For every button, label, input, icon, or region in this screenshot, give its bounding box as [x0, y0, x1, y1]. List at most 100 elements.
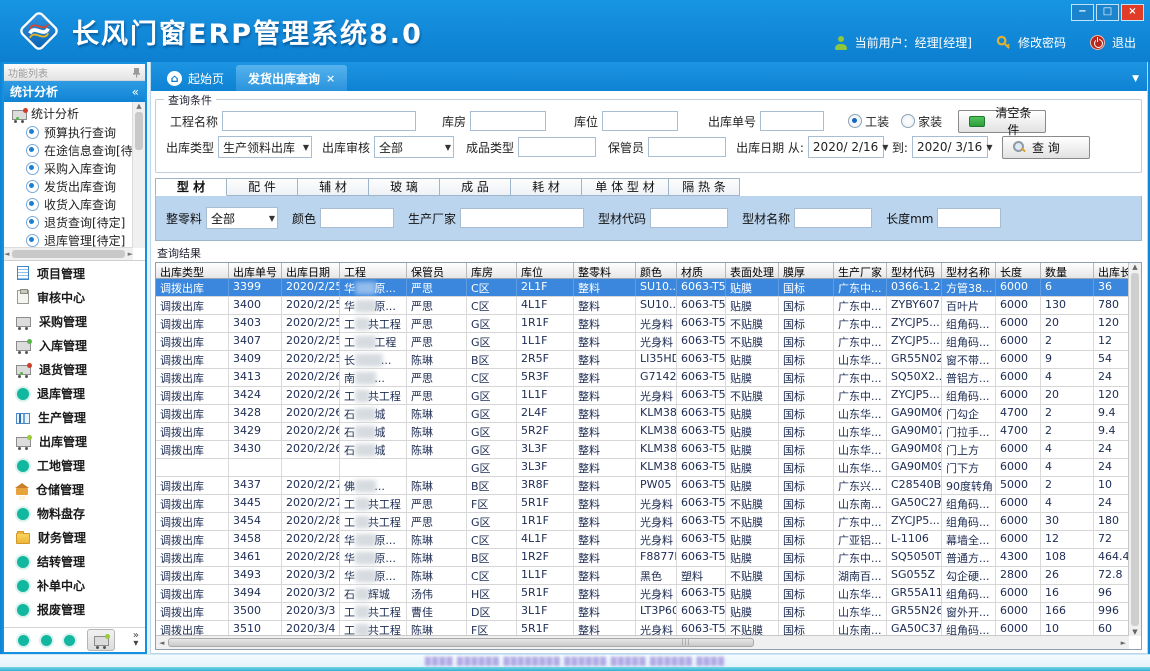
- material-tab-3[interactable]: 辅 材: [298, 178, 369, 196]
- sidebar-item-财务管理[interactable]: 财务管理: [4, 525, 145, 549]
- date-from-select[interactable]: 2020/ 2/16▼: [808, 136, 884, 158]
- material-tab-5[interactable]: 成 品: [440, 178, 511, 196]
- radio-industrial[interactable]: 工装: [848, 113, 889, 130]
- tree-item[interactable]: 退货查询[待定]: [4, 213, 133, 231]
- whole-part-select[interactable]: 全部▼: [206, 207, 278, 229]
- sidebar-item-入库管理[interactable]: 入库管理: [4, 333, 145, 357]
- factory-input[interactable]: [460, 208, 584, 228]
- tree-item[interactable]: 收货入库查询: [4, 195, 133, 213]
- sidebar-item-补单中心[interactable]: 补单中心: [4, 573, 145, 597]
- sidebar-group-header[interactable]: 统计分析 «: [4, 81, 145, 102]
- column-header[interactable]: 整零料: [574, 263, 636, 278]
- table-row[interactable]: 调拨出库34372020/2/27佛▒▒▒...陈琳B区3R8F整料PW0560…: [156, 477, 1129, 495]
- table-row[interactable]: 调拨出库34302020/2/26石▒▒▒城陈琳G区3L3F整料KLM38176…: [156, 441, 1129, 459]
- column-header[interactable]: 材质: [677, 263, 726, 278]
- column-header[interactable]: 膜厚: [779, 263, 834, 278]
- table-row[interactable]: 调拨出库34132020/2/26南▒▒▒...严思C区5R3F整料G71422…: [156, 369, 1129, 387]
- keeper-input[interactable]: [648, 137, 726, 157]
- close-button[interactable]: ×: [1121, 4, 1144, 21]
- material-tab-4[interactable]: 玻 璃: [369, 178, 440, 196]
- tree-root[interactable]: 统计分析: [4, 104, 133, 123]
- sidebar-item-工地管理[interactable]: 工地管理: [4, 453, 145, 477]
- sidebar-item-退货管理[interactable]: 退货管理: [4, 357, 145, 381]
- column-header[interactable]: 出库单号: [229, 263, 282, 278]
- audit-select[interactable]: 全部▼: [374, 136, 454, 158]
- material-tab-2[interactable]: 配 件: [227, 178, 298, 196]
- column-header[interactable]: 库房: [467, 263, 517, 278]
- profile-code-input[interactable]: [650, 208, 728, 228]
- circle-icon[interactable]: [64, 635, 75, 646]
- sidebar-item-生产管理[interactable]: 生产管理: [4, 405, 145, 429]
- table-row[interactable]: 调拨出库34072020/2/25工▒▒▒工程严思G区1L1F整料光身料6063…: [156, 333, 1129, 351]
- table-row[interactable]: 调拨出库35002020/3/3工▒▒共工程曹佳D区3L1F整料LT3P6060…: [156, 603, 1129, 621]
- collapse-icon[interactable]: «: [132, 85, 139, 99]
- length-input[interactable]: [937, 208, 1001, 228]
- grid-vertical-scrollbar[interactable]: ▲▼: [1128, 263, 1141, 636]
- table-row[interactable]: 调拨出库33992020/2/25华▒▒▒原...严思C区2L1F整料SU10.…: [156, 279, 1129, 297]
- sidebar-item-采购管理[interactable]: 采购管理: [4, 309, 145, 333]
- table-row[interactable]: 调拨出库34452020/2/27工▒▒共工程严思F区5R1F整料光身料6063…: [156, 495, 1129, 513]
- column-header[interactable]: 生产厂家: [834, 263, 887, 278]
- location-input[interactable]: [602, 111, 678, 131]
- color-input[interactable]: [320, 208, 394, 228]
- material-tab-7[interactable]: 单 体 型 材: [582, 178, 669, 196]
- tree-item[interactable]: 在途信息查询[待: [4, 141, 133, 159]
- radio-home[interactable]: 家装: [901, 113, 942, 130]
- column-header[interactable]: 数量: [1041, 263, 1094, 278]
- profile-name-input[interactable]: [794, 208, 872, 228]
- table-row[interactable]: 调拨出库34942020/3/2石▒▒辉城汤伟H区5R1F整料光身料6063-T…: [156, 585, 1129, 603]
- tab-shipment-query[interactable]: 发货出库查询 ×: [236, 65, 347, 91]
- column-header[interactable]: 表面处理: [726, 263, 779, 278]
- tab-home[interactable]: ⌂ 起始页: [155, 65, 236, 91]
- circle-icon[interactable]: [41, 635, 52, 646]
- warehouse-input[interactable]: [470, 111, 546, 131]
- product-type-input[interactable]: [518, 137, 596, 157]
- table-row[interactable]: 调拨出库34612020/2/28华▒▒▒原...陈琳B区1R2F整料F8877…: [156, 549, 1129, 567]
- table-row[interactable]: 调拨出库35102020/3/4工▒▒共工程陈琳F区5R1F整料光身料6063-…: [156, 621, 1129, 635]
- out-type-select[interactable]: 生产领料出库▼: [218, 136, 312, 158]
- sidebar-item-项目管理[interactable]: 项目管理: [4, 261, 145, 285]
- sidebar-item-出库管理[interactable]: 出库管理: [4, 429, 145, 453]
- column-header[interactable]: 库位: [517, 263, 574, 278]
- tree-item[interactable]: 预算执行查询: [4, 123, 133, 141]
- column-header[interactable]: 长度: [996, 263, 1041, 278]
- table-row[interactable]: 调拨出库34582020/2/28华▒▒▒原...陈琳C区4L1F整料光身料60…: [156, 531, 1129, 549]
- grid-horizontal-scrollbar[interactable]: ◄|||►: [156, 635, 1129, 649]
- tree-vertical-scrollbar[interactable]: ▲: [132, 102, 145, 248]
- column-header[interactable]: 出库长度: [1094, 263, 1129, 278]
- material-tab-8[interactable]: 隔 热 条: [669, 178, 740, 196]
- table-row[interactable]: G区3L3F整料KLM38176063-T5贴膜国标山东华...GA90M09.…: [156, 459, 1129, 477]
- sidebar-item-报废管理[interactable]: 报废管理: [4, 597, 145, 621]
- column-header[interactable]: 出库类型: [156, 263, 229, 278]
- logout-link[interactable]: 退出: [1112, 34, 1136, 51]
- minimize-button[interactable]: −: [1071, 4, 1094, 21]
- column-header[interactable]: 颜色: [636, 263, 677, 278]
- tree-item[interactable]: 采购入库查询: [4, 159, 133, 177]
- tree-horizontal-scrollbar[interactable]: ◄►: [4, 247, 133, 260]
- project-name-input[interactable]: [222, 111, 416, 131]
- tree-item[interactable]: 发货出库查询: [4, 177, 133, 195]
- cart-button[interactable]: [87, 629, 115, 651]
- sidebar-item-结转管理[interactable]: 结转管理: [4, 549, 145, 573]
- table-row[interactable]: 调拨出库34932020/3/2华▒▒▒原...陈琳C区1L1F整料黑色塑料不贴…: [156, 567, 1129, 585]
- tree-item[interactable]: 退库管理[待定]: [4, 231, 133, 248]
- table-row[interactable]: 调拨出库34542020/2/28工▒▒共工程严思G区1R1F整料光身料6063…: [156, 513, 1129, 531]
- table-row[interactable]: 调拨出库34002020/2/25华▒▒▒原...严思C区4L1F整料SU10.…: [156, 297, 1129, 315]
- clear-conditions-button[interactable]: 清空条件: [958, 110, 1046, 133]
- circle-icon[interactable]: [18, 635, 29, 646]
- tab-close-icon[interactable]: ×: [326, 72, 335, 85]
- search-button[interactable]: 查 询: [1002, 136, 1090, 159]
- table-row[interactable]: 调拨出库34242020/2/26工▒▒共工程严思G区1L1F整料光身料6063…: [156, 387, 1129, 405]
- order-no-input[interactable]: [760, 111, 824, 131]
- column-header[interactable]: 型材代码: [887, 263, 942, 278]
- table-row[interactable]: 调拨出库34032020/2/25工▒▒共工程严思G区1R1F整料光身料6063…: [156, 315, 1129, 333]
- material-tab-6[interactable]: 耗 材: [511, 178, 582, 196]
- change-password-link[interactable]: 修改密码: [1018, 34, 1066, 51]
- column-header[interactable]: 型材名称: [942, 263, 996, 278]
- table-row[interactable]: 调拨出库34282020/2/26石▒▒▒城陈琳G区2L4F整料KLM38176…: [156, 405, 1129, 423]
- column-header[interactable]: 出库日期: [282, 263, 340, 278]
- date-to-select[interactable]: 2020/ 3/16▼: [912, 136, 988, 158]
- sidebar-item-物料盘存[interactable]: 物料盘存: [4, 501, 145, 525]
- tab-overflow-icon[interactable]: ▼: [1132, 74, 1139, 84]
- table-row[interactable]: 调拨出库34092020/2/25长▒▒▒▒...陈琳B区2R5F整料LI35H…: [156, 351, 1129, 369]
